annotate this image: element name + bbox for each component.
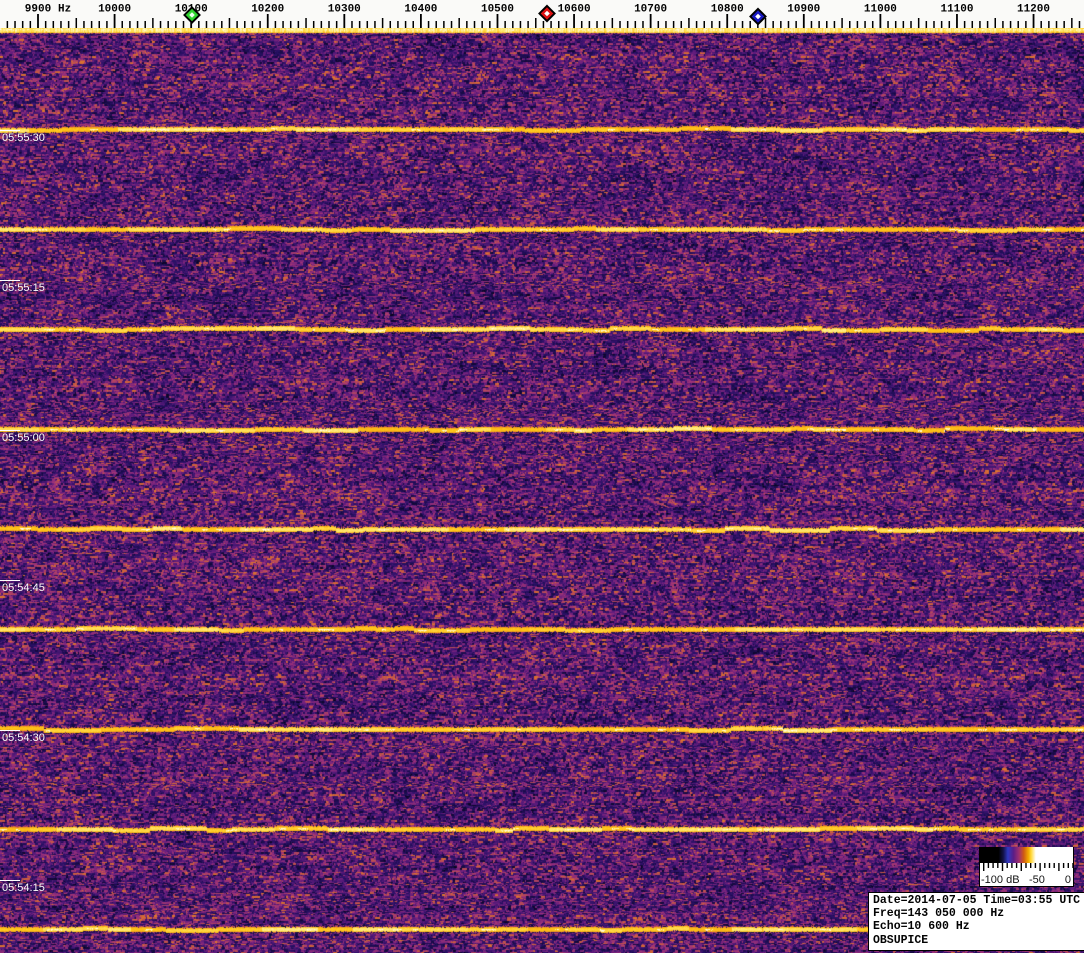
svg-text:9900: 9900 [25, 4, 51, 16]
svg-text:10200: 10200 [251, 4, 284, 16]
svg-text:11000: 11000 [864, 4, 897, 16]
svg-text:10700: 10700 [634, 4, 667, 16]
svg-text:11100: 11100 [940, 4, 973, 16]
svg-text:10000: 10000 [98, 4, 131, 16]
svg-text:11200: 11200 [1017, 4, 1050, 16]
svg-text:10800: 10800 [711, 4, 744, 16]
svg-text:10900: 10900 [787, 4, 820, 16]
svg-text:10500: 10500 [481, 4, 514, 16]
svg-text:10300: 10300 [328, 4, 361, 16]
svg-text:10400: 10400 [404, 4, 437, 16]
svg-text:Hz: Hz [58, 4, 71, 16]
svg-text:10600: 10600 [558, 4, 591, 16]
